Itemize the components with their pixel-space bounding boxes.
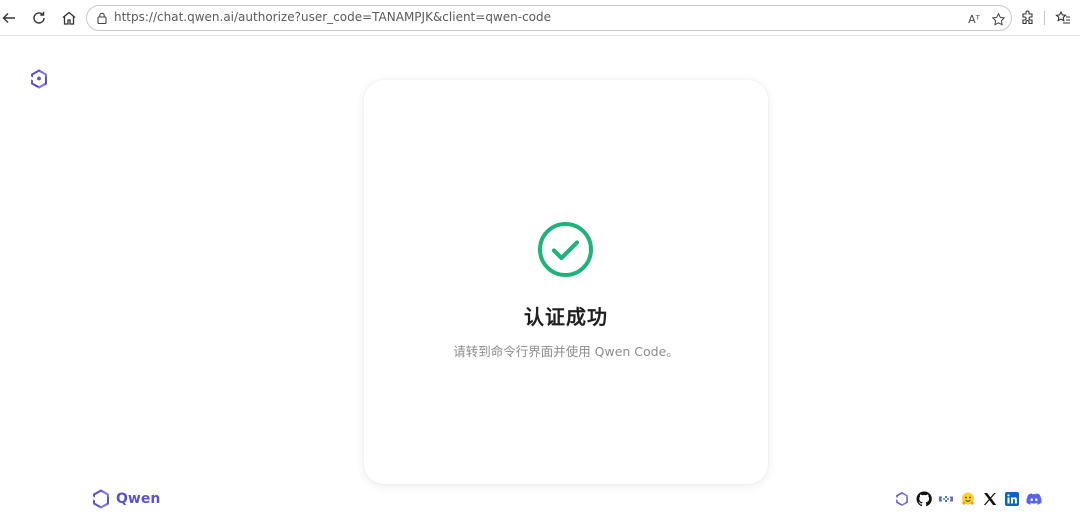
puzzle-icon bbox=[1022, 10, 1033, 25]
huggingface-icon bbox=[961, 492, 974, 505]
back-arrow-icon bbox=[2, 13, 15, 23]
extensions-button[interactable] bbox=[1018, 8, 1038, 28]
auth-success-card bbox=[364, 80, 768, 484]
github-link[interactable] bbox=[915, 490, 932, 507]
home-icon bbox=[62, 11, 76, 25]
read-aloud-button[interactable]: Aᵀ bbox=[965, 10, 983, 28]
check-circle-icon bbox=[538, 222, 593, 277]
url-text: https://chat.qwen.ai/authorize?user_code… bbox=[114, 10, 552, 24]
modelscope-link[interactable] bbox=[937, 490, 954, 507]
huggingface-link[interactable] bbox=[959, 490, 976, 507]
discord-icon bbox=[1025, 492, 1042, 505]
linkedin-link[interactable] bbox=[1003, 490, 1020, 507]
x-icon bbox=[983, 492, 996, 505]
favorites-button[interactable] bbox=[1053, 8, 1073, 28]
github-icon bbox=[916, 490, 932, 506]
page-title: 认证成功 bbox=[524, 305, 608, 329]
modelscope-icon bbox=[938, 495, 953, 502]
reload-icon bbox=[33, 11, 45, 24]
x-link[interactable] bbox=[981, 490, 998, 507]
brand-name: Qwen bbox=[116, 491, 161, 507]
qwen-logo-icon[interactable] bbox=[28, 68, 50, 90]
qwen-icon bbox=[895, 491, 908, 506]
favorites-list-icon bbox=[1055, 10, 1070, 24]
reload-button[interactable] bbox=[28, 7, 50, 29]
home-button[interactable] bbox=[58, 7, 80, 29]
qwen-logo-icon bbox=[93, 489, 109, 509]
discord-link[interactable] bbox=[1025, 490, 1042, 507]
toolbar-divider bbox=[1044, 11, 1045, 25]
favorite-button[interactable] bbox=[989, 10, 1007, 28]
linkedin-icon bbox=[1004, 491, 1019, 506]
star-icon bbox=[991, 12, 1005, 26]
read-aloud-icon: Aᵀ bbox=[968, 12, 980, 26]
browser-toolbar: https://chat.qwen.ai/authorize?user_code… bbox=[0, 0, 1080, 36]
page-subtitle: 请转到命令行界面并使用 Qwen Code。 bbox=[453, 344, 679, 359]
qwen-link[interactable] bbox=[893, 490, 910, 507]
lock-icon bbox=[97, 12, 107, 25]
footer-brand[interactable]: Qwen bbox=[90, 488, 160, 510]
address-bar[interactable]: https://chat.qwen.ai/authorize?user_code… bbox=[86, 5, 1012, 31]
back-button[interactable] bbox=[0, 7, 20, 29]
